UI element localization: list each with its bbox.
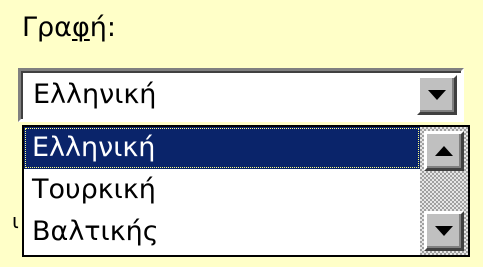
combobox-selected-value: Ελληνική (33, 79, 157, 110)
list-item-turkish[interactable]: Τουρκική (24, 169, 420, 211)
scroll-up-arrow-icon (435, 146, 453, 156)
list-item-baltic[interactable]: Βαλτικής (24, 211, 420, 253)
dropdown-scrollbar[interactable] (420, 127, 468, 255)
script-dropdown-list[interactable]: Ελληνική Τουρκική Βαλτικής (22, 125, 470, 257)
script-label-before: Γρα (22, 12, 72, 43)
scroll-down-arrow-icon (435, 226, 453, 236)
script-label: Γραφή: (22, 12, 116, 44)
chevron-down-icon (428, 90, 446, 100)
list-item-greek[interactable]: Ελληνική (24, 127, 420, 169)
scroll-down-button[interactable] (424, 211, 464, 251)
partial-hidden-text: ι (12, 209, 19, 233)
combobox-dropdown-button[interactable] (417, 75, 457, 115)
scroll-up-button[interactable] (424, 131, 464, 171)
script-label-accelerator: φ (71, 12, 90, 43)
script-combobox[interactable]: Ελληνική (18, 68, 464, 122)
script-label-after: ή: (89, 12, 117, 43)
dropdown-items: Ελληνική Τουρκική Βαλτικής (24, 127, 420, 255)
